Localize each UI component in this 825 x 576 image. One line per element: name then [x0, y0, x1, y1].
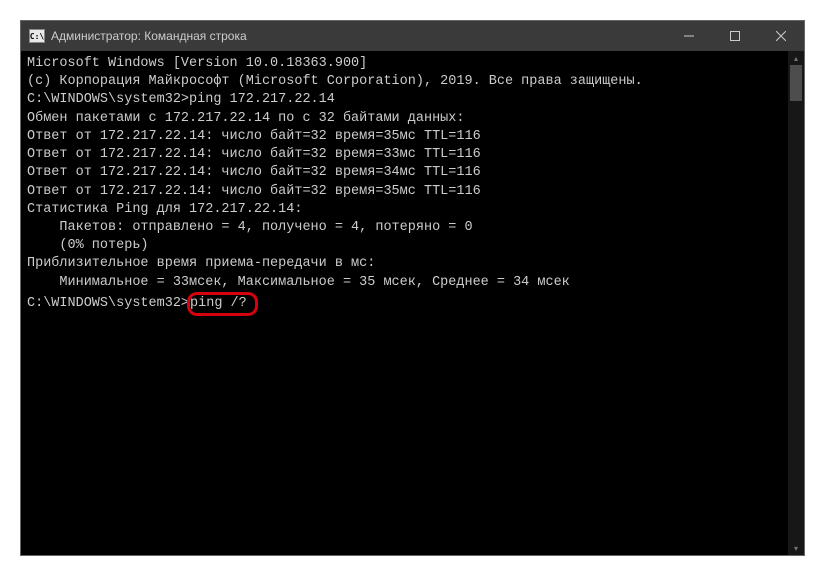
- minimize-button[interactable]: [666, 21, 712, 51]
- reply-line: Ответ от 172.217.22.14: число байт=32 вр…: [27, 164, 798, 182]
- window-controls: [666, 21, 804, 51]
- cmd-window: C:\ Администратор: Командная строка Micr…: [20, 20, 805, 556]
- close-icon: [776, 31, 786, 41]
- prompt-line-2: C:\WINDOWS\system32>ping /?: [27, 292, 798, 316]
- command-text: ping /?: [190, 296, 247, 311]
- terminal-output[interactable]: Microsoft Windows [Version 10.0.18363.90…: [21, 51, 804, 555]
- maximize-icon: [730, 31, 740, 41]
- exchange-line: Обмен пакетами с 172.217.22.14 по с 32 б…: [27, 110, 798, 128]
- highlighted-command: ping /?: [187, 292, 258, 316]
- command-text: ping 172.217.22.14: [189, 92, 335, 107]
- reply-line: Ответ от 172.217.22.14: число байт=32 вр…: [27, 146, 798, 164]
- stats-header: Статистика Ping для 172.217.22.14:: [27, 201, 798, 219]
- stats-loss: (0% потерь): [27, 237, 798, 255]
- titlebar[interactable]: C:\ Администратор: Командная строка: [21, 21, 804, 51]
- reply-line: Ответ от 172.217.22.14: число байт=32 вр…: [27, 128, 798, 146]
- prompt-line-1: C:\WINDOWS\system32>ping 172.217.22.14: [27, 91, 798, 109]
- close-button[interactable]: [758, 21, 804, 51]
- scrollbar-thumb[interactable]: [790, 65, 802, 101]
- minimize-icon: [684, 31, 694, 41]
- reply-line: Ответ от 172.217.22.14: число байт=32 вр…: [27, 183, 798, 201]
- copyright-line: (c) Корпорация Майкрософт (Microsoft Cor…: [27, 73, 798, 91]
- cmd-icon: C:\: [29, 29, 45, 43]
- version-line: Microsoft Windows [Version 10.0.18363.90…: [27, 55, 798, 73]
- rtt-header: Приблизительное время приема-передачи в …: [27, 255, 798, 273]
- scroll-down-arrow-icon[interactable]: ▾: [788, 541, 804, 555]
- prompt-path: C:\WINDOWS\system32>: [27, 92, 189, 107]
- stats-packets: Пакетов: отправлено = 4, получено = 4, п…: [27, 219, 798, 237]
- rtt-values: Минимальное = 33мсек, Максимальное = 35 …: [27, 274, 798, 292]
- scroll-up-arrow-icon[interactable]: ▴: [788, 51, 804, 65]
- maximize-button[interactable]: [712, 21, 758, 51]
- window-title: Администратор: Командная строка: [51, 29, 666, 43]
- prompt-path: C:\WINDOWS\system32>: [27, 296, 189, 311]
- vertical-scrollbar[interactable]: ▴ ▾: [788, 51, 804, 555]
